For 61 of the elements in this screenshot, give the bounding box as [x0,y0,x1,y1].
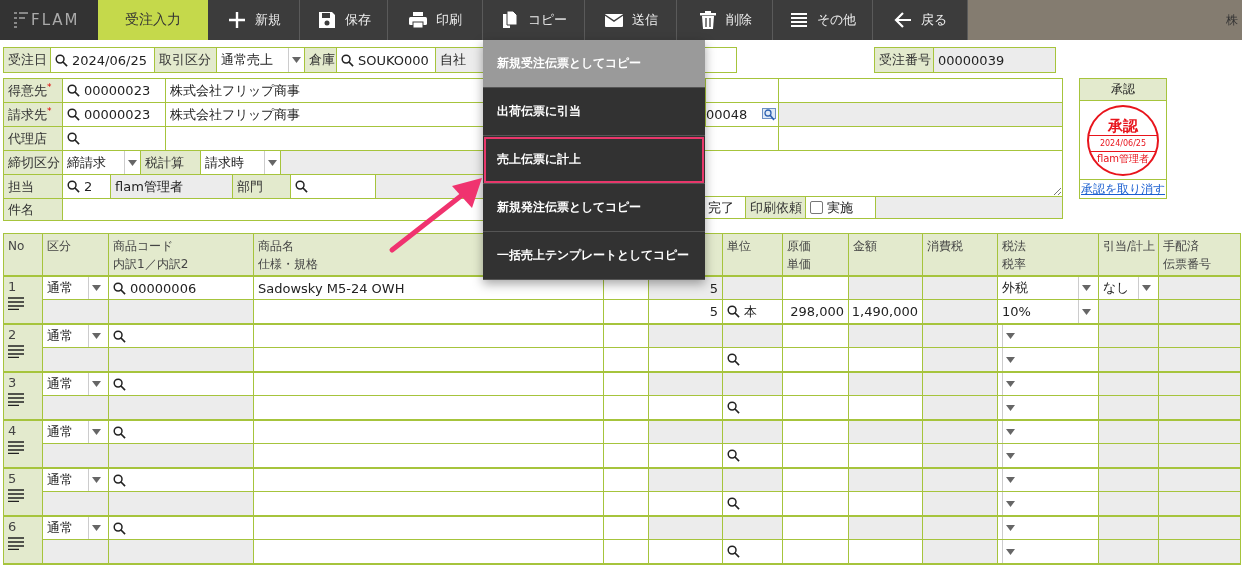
billing-code-fragment: 00048 [706,107,748,122]
table-cell: Sadowsky M5-24 OWH [254,277,604,300]
label-text: 受注日 [8,51,47,69]
row-number: 4 [8,423,17,438]
label-text: 請求先 [8,105,47,124]
field-value: 00000023 [84,83,151,98]
column-header: 単位 [723,234,783,275]
row-number: 6 [8,519,17,534]
stamp-user: flam管理者 [1096,151,1150,165]
label-text: 部門 [237,177,263,196]
field-value: 2024/06/25 [72,52,147,68]
field-value: 本 [744,302,757,321]
column-header: 税法 税率 [998,234,1099,275]
field-value: 締請求 [67,153,106,172]
required-mark: * [47,82,52,92]
field-value: 通常 [47,423,73,441]
field-value: 00000006 [130,280,197,296]
logo-text: FLAM [31,11,80,29]
field-value: 外税 [1002,279,1028,297]
stamp-date: 2024/06/25 [1089,134,1157,152]
staff-name: flam管理者 [110,174,233,199]
field-value: SOUKO000 [358,52,429,68]
label-text: 受注番号 [879,51,931,69]
order-number: 00000039 [933,47,1056,73]
label-text: 件名 [8,200,34,219]
column-header: 商品コード 内訳1／内訳2 [109,234,254,275]
label-text: 取引区分 [159,51,211,69]
row-number: 2 [8,327,17,342]
label-text: 得意先 [8,81,47,100]
field-value: 通常 [47,519,73,537]
stamp-title: 承認 [1108,116,1138,135]
field-value: 00000023 [84,107,151,122]
row-number: 3 [8,375,17,390]
column-header: 手配済 伝票番号 [1159,234,1241,275]
column-header: No [4,234,43,275]
field-value: 請求時 [205,153,244,172]
label-text: 締切区分 [8,153,60,172]
required-mark: * [47,106,52,116]
label-text: 印刷依頼 [750,198,802,217]
column-header: 消費税 [923,234,998,275]
status-fragment: 完了 [708,198,734,217]
label-text: 代理店 [8,129,47,148]
label-text: 税計算 [145,153,184,172]
field-value: 2 [84,179,93,194]
column-header: 引当/計上 [1099,234,1159,275]
column-header: 原価 単価 [783,234,849,275]
row-number: 1 [8,279,17,294]
approval-title: 承認 [1080,79,1166,101]
company-name: 株 [1226,11,1239,29]
field-value: なし [1103,279,1129,297]
row-number: 5 [8,471,17,486]
field-value: 通常 [47,375,73,393]
field-value: 通常 [47,327,73,345]
field-value: 通常 [47,471,73,489]
label-text: 担当 [8,177,34,196]
column-header: 区分 [43,234,109,275]
field-value: 通常売上 [221,51,273,69]
column-header: 金額 [849,234,923,275]
field-value: 10% [1002,304,1031,319]
field-value: 通常 [47,279,73,297]
label-text: 倉庫 [309,51,335,69]
